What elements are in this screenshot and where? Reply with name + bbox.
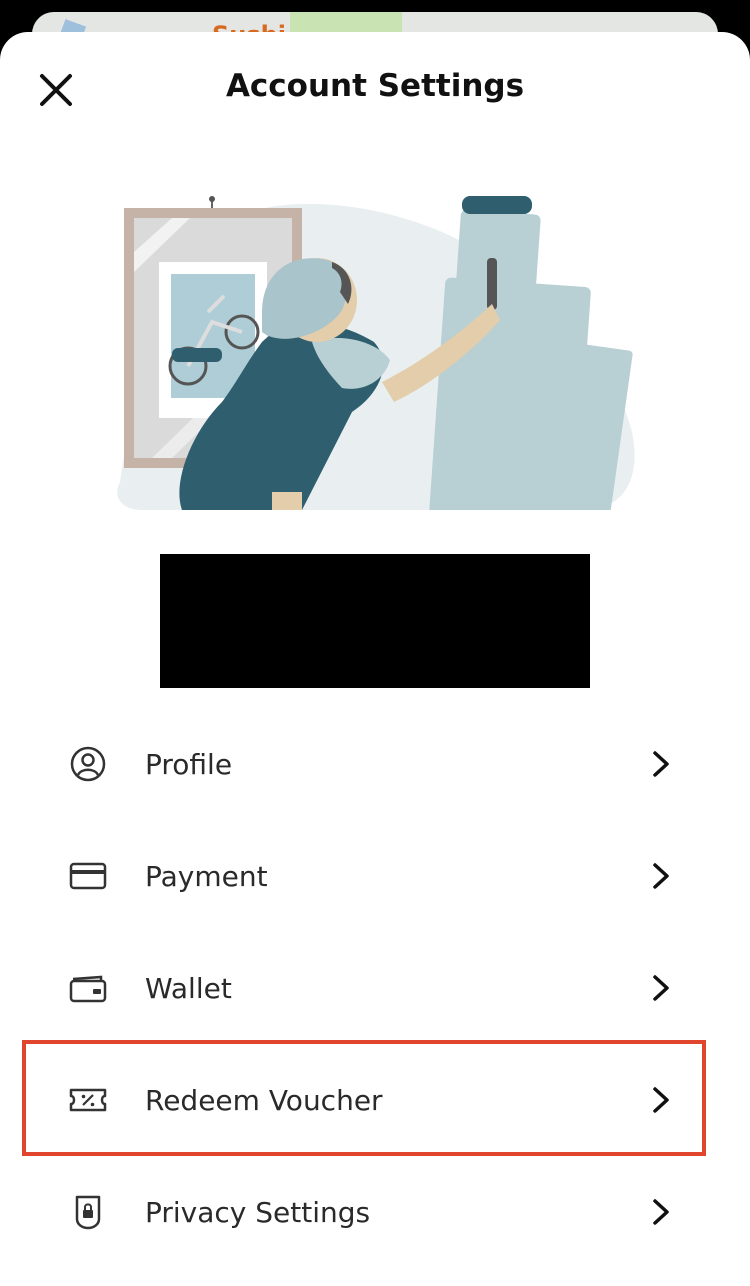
chevron-right-icon [646,1192,676,1232]
chevron-right-icon [646,744,676,784]
menu-item-profile[interactable]: Profile [0,708,750,820]
shield-lock-icon [66,1190,110,1234]
menu-item-label: Privacy Settings [145,1195,371,1229]
user-circle-icon [66,742,110,786]
chevron-right-icon [646,1080,676,1120]
menu-item-label: Redeem Voucher [145,1083,383,1117]
chevron-right-icon [646,856,676,896]
painter-illustration [117,196,635,510]
menu-item-label: Payment [145,859,268,893]
page-title: Account Settings [225,68,525,104]
menu-item-wallet[interactable]: Wallet [0,932,750,1044]
settings-menu: Profile Payment Wallet Redeem Voucher Pr… [0,708,750,1268]
wallet-icon [66,966,110,1010]
chevron-right-icon [646,968,676,1008]
menu-item-privacy-settings[interactable]: Privacy Settings [0,1156,750,1268]
menu-item-label: Wallet [145,971,232,1005]
account-settings-sheet: Account Settings Profile Payment Wallet … [0,32,750,1286]
credit-card-icon [66,854,110,898]
menu-item-payment[interactable]: Payment [0,820,750,932]
menu-item-redeem-voucher[interactable]: Redeem Voucher [0,1044,750,1156]
redacted-account-name [160,554,590,688]
menu-item-label: Profile [145,747,233,781]
voucher-icon [66,1078,110,1122]
sheet-header: Account Settings [0,32,750,144]
